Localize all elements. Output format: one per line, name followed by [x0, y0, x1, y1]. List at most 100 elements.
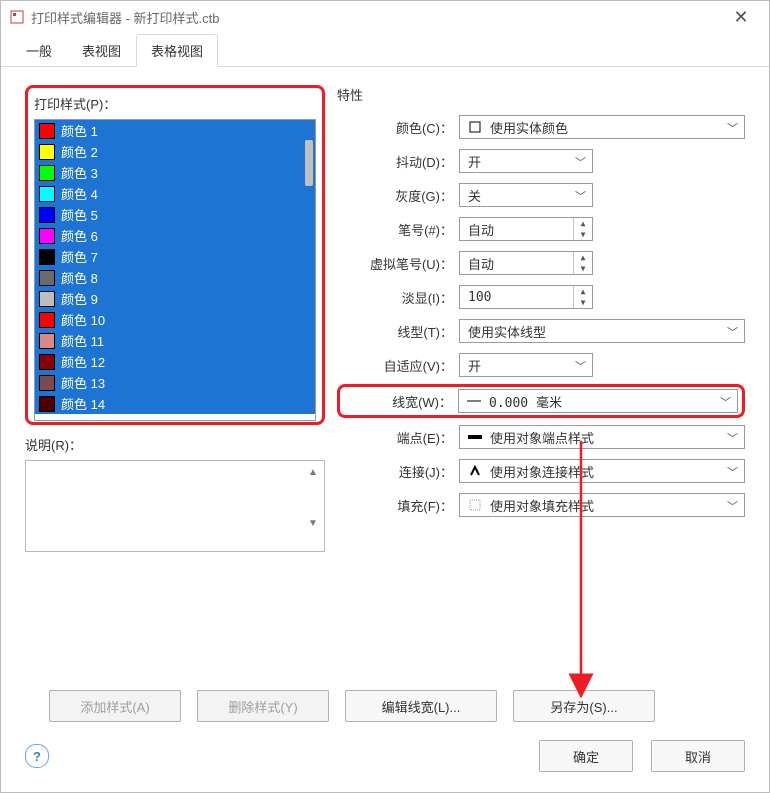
lineweight-highlight: 线宽(W)： 0.000 毫米 ﹀	[337, 384, 745, 418]
color-swatch	[39, 144, 55, 160]
chevron-down-icon: ﹀	[727, 120, 738, 136]
pen-spin[interactable]: 自动 ▲▼	[459, 217, 593, 241]
color-swatch	[39, 123, 55, 139]
spin-up-icon[interactable]: ▲	[574, 252, 592, 263]
help-button[interactable]: ?	[25, 744, 49, 768]
list-item-label: 颜色 10	[61, 310, 105, 329]
join-label: 连接(J)：	[337, 462, 459, 481]
color-swatch	[39, 291, 55, 307]
list-item-label: 颜色 12	[61, 352, 105, 371]
color-swatch	[39, 186, 55, 202]
fill-value: 使用对象填充样式	[490, 496, 594, 515]
spin-down-icon[interactable]: ▼	[574, 297, 592, 308]
list-item-label: 颜色 9	[61, 289, 98, 308]
color-swatch	[39, 249, 55, 265]
close-icon[interactable]: ✕	[721, 7, 761, 28]
description-spinner[interactable]: ▲ ▼	[304, 463, 322, 549]
list-item[interactable]: 颜色 10	[35, 309, 315, 330]
list-item[interactable]: 颜色 5	[35, 204, 315, 225]
titlebar: 打印样式编辑器 - 新打印样式.ctb ✕	[1, 1, 769, 33]
pen-value: 自动	[468, 220, 494, 239]
ltype-combo[interactable]: 使用实体线型﹀	[459, 319, 745, 343]
lw-label: 线宽(W)：	[344, 392, 458, 411]
list-item[interactable]: 颜色 4	[35, 183, 315, 204]
gray-combo[interactable]: 关﹀	[459, 183, 593, 207]
gray-label: 灰度(G)：	[337, 186, 459, 205]
spin-up-icon[interactable]: ▲	[574, 218, 592, 229]
tab-strip: 一般 表视图 表格视图	[1, 33, 769, 67]
list-item[interactable]: 颜色 6	[35, 225, 315, 246]
list-item[interactable]: 颜色 8	[35, 267, 315, 288]
gray-value: 关	[468, 186, 481, 205]
tab-general[interactable]: 一般	[11, 34, 67, 67]
window: 打印样式编辑器 - 新打印样式.ctb ✕ 一般 表视图 表格视图 打印样式(P…	[0, 0, 770, 793]
end-combo[interactable]: 使用对象端点样式﹀	[459, 425, 745, 449]
description-label: 说明(R)：	[25, 435, 325, 454]
description-box[interactable]: ▲ ▼	[25, 460, 325, 552]
right-column: 特性 颜色(C)： 使用实体颜色 ﹀ 抖动(D)： 开﹀ 灰度(G)： 关﹀	[337, 85, 745, 680]
color-value: 使用实体颜色	[490, 118, 568, 137]
list-item-label: 颜色 7	[61, 247, 98, 266]
end-label: 端点(E)：	[337, 428, 459, 447]
chevron-down-icon: ﹀	[720, 394, 731, 410]
join-combo[interactable]: 使用对象连接样式 ﹀	[459, 459, 745, 483]
styles-label: 打印样式(P)：	[34, 94, 316, 113]
color-swatch	[39, 312, 55, 328]
tab-grid-view[interactable]: 表格视图	[136, 34, 218, 67]
join-icon	[468, 464, 482, 478]
save-as-button[interactable]: 另存为(S)...	[513, 690, 655, 722]
add-style-button[interactable]: 添加样式(A)	[49, 690, 181, 722]
chevron-down-icon: ﹀	[575, 188, 586, 204]
chevron-down-icon: ﹀	[575, 154, 586, 170]
styles-highlight: 打印样式(P)： 颜色 1颜色 2颜色 3颜色 4颜色 5颜色 6颜色 7颜色 …	[25, 85, 325, 425]
list-item[interactable]: 颜色 11	[35, 330, 315, 351]
spin-down-icon[interactable]: ▼	[574, 229, 592, 240]
list-item[interactable]: 颜色 9	[35, 288, 315, 309]
tab-table-view[interactable]: 表视图	[67, 34, 136, 67]
footer: ? 确定 取消	[1, 722, 769, 792]
vpen-label: 虚拟笔号(U)：	[337, 254, 459, 273]
list-item-label: 颜色 13	[61, 373, 105, 392]
join-value: 使用对象连接样式	[490, 462, 594, 481]
ok-button[interactable]: 确定	[539, 740, 633, 772]
list-item[interactable]: 颜色 14	[35, 393, 315, 414]
dither-combo[interactable]: 开﹀	[459, 149, 593, 173]
vpen-value: 自动	[468, 254, 494, 273]
list-scrollbar[interactable]	[301, 122, 313, 418]
color-swatch	[39, 354, 55, 370]
scroll-thumb[interactable]	[305, 140, 313, 186]
end-value: 使用对象端点样式	[490, 428, 594, 447]
edit-lineweight-button[interactable]: 编辑线宽(L)...	[345, 690, 497, 722]
properties-header: 特性	[337, 85, 745, 104]
spin-up-icon[interactable]: ▲	[574, 286, 592, 297]
fill-combo[interactable]: 使用对象填充样式﹀	[459, 493, 745, 517]
adapt-combo[interactable]: 开﹀	[459, 353, 593, 377]
styles-listbox[interactable]: 颜色 1颜色 2颜色 3颜色 4颜色 5颜色 6 颜色 7颜色 8颜色 9 颜色 1…	[34, 119, 316, 421]
list-item[interactable]: 颜色 2	[35, 141, 315, 162]
list-item[interactable]: 颜色 1	[35, 120, 315, 141]
list-item[interactable]: 颜色 7	[35, 246, 315, 267]
color-combo[interactable]: 使用实体颜色 ﹀	[459, 115, 745, 139]
list-item[interactable]: 颜色 12	[35, 351, 315, 372]
spin-down-icon[interactable]: ▼	[308, 518, 318, 529]
screen-value: 100	[468, 290, 491, 305]
chevron-down-icon: ﹀	[727, 464, 738, 480]
color-swatch	[39, 396, 55, 412]
screen-label: 淡显(I)：	[337, 288, 459, 307]
spin-up-icon[interactable]: ▲	[308, 467, 318, 478]
lw-combo[interactable]: 0.000 毫米 ﹀	[458, 389, 738, 413]
list-item[interactable]: 颜色 13	[35, 372, 315, 393]
list-item-label: 颜色 3	[61, 163, 98, 182]
delete-style-button[interactable]: 删除样式(Y)	[197, 690, 329, 722]
fill-icon	[468, 498, 482, 512]
vpen-spin[interactable]: 自动 ▲▼	[459, 251, 593, 275]
action-buttons: 添加样式(A) 删除样式(Y) 编辑线宽(L)... 另存为(S)...	[1, 680, 769, 722]
list-item-label: 颜色 6	[61, 226, 98, 245]
list-item[interactable]: 颜色 3	[35, 162, 315, 183]
screen-spin[interactable]: 100 ▲▼	[459, 285, 593, 309]
list-item-label: 颜色 11	[61, 331, 104, 350]
cancel-button[interactable]: 取消	[651, 740, 745, 772]
endcap-icon	[468, 430, 482, 444]
color-swatch	[39, 207, 55, 223]
spin-down-icon[interactable]: ▼	[574, 263, 592, 274]
